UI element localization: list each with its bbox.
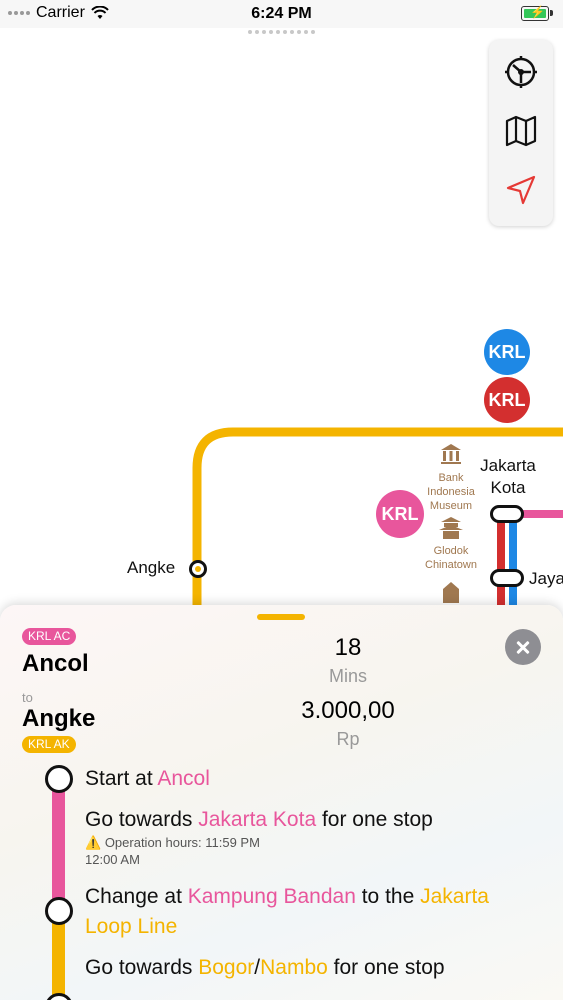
- krl-badge-blue[interactable]: KRL: [484, 329, 530, 375]
- step-change: Change at Kampung Bandan to the Jakarta L…: [85, 882, 545, 942]
- map-lines: [192, 427, 563, 608]
- fare-value: 3.000,00: [301, 697, 395, 724]
- poi-museum-line3: Museum: [429, 500, 473, 512]
- step-start-station[interactable]: Ancol: [157, 767, 210, 790]
- route-sheet[interactable]: KRL AC Ancol to Angke KRL AK 18 Mins 3.0…: [0, 605, 563, 1000]
- step-go2: Go towards Bogor/Nambo for one stop: [85, 953, 445, 983]
- map-toolbox: [489, 40, 553, 226]
- step-start-prefix: Start at: [85, 767, 158, 790]
- train-network-icon: [505, 56, 537, 88]
- poi-chinatown-line1: Glodok: [433, 545, 469, 557]
- station-marker-angke[interactable]: [189, 560, 207, 578]
- step-change-line-b[interactable]: Loop Line: [85, 915, 177, 938]
- step-go1-prefix: Go towards: [85, 808, 199, 831]
- step-start: Start at Ancol: [85, 764, 210, 794]
- krl-badge-red[interactable]: KRL: [484, 377, 530, 423]
- station-label-angke[interactable]: Angke: [127, 558, 175, 578]
- warning-icon: ⚠️: [85, 835, 102, 850]
- to-line-tag: KRL AK: [22, 736, 76, 753]
- train-network-button[interactable]: [503, 54, 539, 90]
- step-change-station[interactable]: Kampung Bandan: [188, 885, 356, 908]
- route-node-next: [45, 993, 73, 1000]
- fare-unit: Rp: [336, 729, 360, 749]
- route-node-start: [45, 765, 73, 793]
- warning-text-2: 12:00 AM: [85, 852, 140, 867]
- step-change-line-a[interactable]: Jakarta: [420, 885, 489, 908]
- from-station: Ancol: [22, 650, 89, 677]
- station-marker-jaya[interactable]: [490, 569, 524, 587]
- step-go1: Go towards Jakarta Kota for one stop: [85, 805, 433, 835]
- landmark-icon: [443, 582, 459, 603]
- step-go1-station[interactable]: Jakarta Kota: [198, 808, 316, 831]
- location-arrow-icon: [506, 175, 536, 205]
- warning-text-1: Operation hours: 11:59 PM: [104, 835, 260, 850]
- map-icon: [505, 115, 537, 147]
- route-line-pink: [52, 780, 65, 910]
- battery-icon: ⚡: [521, 5, 553, 21]
- pagoda-icon: [439, 517, 463, 539]
- poi-chinatown[interactable]: Glodok Chinatown: [416, 544, 486, 572]
- step-change-prefix: Change at: [85, 885, 188, 908]
- station-label-jakarta-kota[interactable]: Jakarta Kota: [473, 455, 543, 499]
- to-label: to: [22, 690, 33, 705]
- poi-chinatown-line2: Chinatown: [425, 559, 477, 571]
- step-go2-suffix: for one stop: [327, 956, 445, 979]
- status-time: 6:24 PM: [251, 5, 312, 22]
- step-go1-suffix: for one stop: [316, 808, 433, 831]
- map-view-button[interactable]: [503, 113, 539, 149]
- route-node-change: [45, 897, 73, 925]
- transit-map[interactable]: KRL KRL KRL Bank Indonesia Museum Glodok…: [0, 28, 563, 608]
- from-line-tag: KRL AC: [22, 628, 77, 645]
- duration-unit: Mins: [328, 666, 367, 686]
- museum-icon: [441, 444, 461, 464]
- status-bar: Carrier 6:24 PM ⚡: [0, 0, 563, 28]
- station-marker-jakarta-kota[interactable]: [490, 505, 524, 523]
- to-station: Angke: [22, 705, 96, 732]
- station-label-jakarta: Jakarta: [480, 456, 536, 475]
- sheet-grabber[interactable]: [257, 614, 305, 620]
- close-button[interactable]: [505, 629, 541, 665]
- duration-value: 18: [334, 634, 362, 661]
- locate-me-button[interactable]: [503, 172, 539, 208]
- step-go2-station-b[interactable]: Nambo: [260, 956, 328, 979]
- station-label-kota: Kota: [490, 478, 526, 497]
- step-go2-prefix: Go towards: [85, 956, 199, 979]
- step-go2-station-a[interactable]: Bogor: [198, 956, 254, 979]
- step-change-mid: to the: [355, 885, 421, 908]
- station-label-jaya[interactable]: Jaya: [529, 569, 563, 589]
- operation-hours-warning: ⚠️ Operation hours: 11:59 PM: [85, 835, 260, 851]
